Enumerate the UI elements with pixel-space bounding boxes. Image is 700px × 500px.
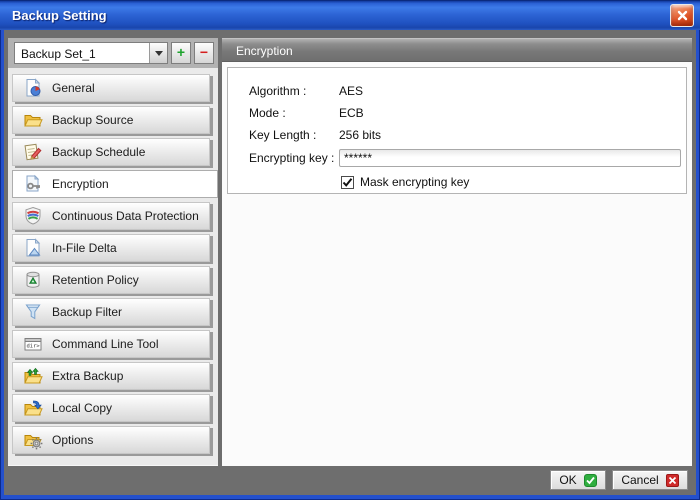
key-length-value: 256 bits — [339, 128, 381, 142]
algorithm-value: AES — [339, 84, 363, 98]
sidebar-item-options[interactable]: Options — [12, 426, 210, 454]
chevron-down-icon — [155, 51, 163, 60]
dialog-body: Backup Set_1 + − — [4, 30, 696, 495]
sidebar-item-label: Command Line Tool — [52, 337, 159, 351]
sidebar-item-extra-backup[interactable]: Extra Backup — [12, 362, 210, 390]
sidebar-item-backup-schedule[interactable]: Backup Schedule — [12, 138, 210, 166]
key-length-row: Key Length : 256 bits — [249, 124, 686, 146]
algorithm-label: Algorithm : — [249, 84, 339, 98]
encryption-fields-box: Algorithm : AES Mode : ECB Key Length : … — [227, 67, 687, 194]
sidebar-item-label: Local Copy — [52, 401, 112, 415]
sidebar-nav-list: General Backup Source — [8, 68, 218, 466]
backup-set-select[interactable]: Backup Set_1 — [14, 42, 168, 64]
mask-key-row: Mask encrypting key — [341, 175, 686, 189]
backup-set-toolbar: Backup Set_1 + − — [8, 38, 218, 68]
sidebar-item-label: Options — [52, 433, 93, 447]
encryption-icon — [23, 174, 43, 194]
window-title: Backup Setting — [12, 1, 107, 31]
algorithm-row: Algorithm : AES — [249, 80, 686, 102]
ok-button-label: OK — [559, 473, 576, 487]
mode-row: Mode : ECB — [249, 102, 686, 124]
close-icon — [677, 10, 688, 21]
checkmark-icon — [342, 177, 353, 188]
sidebar-item-label: Backup Schedule — [52, 145, 145, 159]
sidebar-item-label: Encryption — [52, 177, 109, 191]
ok-button[interactable]: OK — [550, 470, 606, 490]
backup-schedule-icon — [23, 142, 43, 162]
sidebar-item-backup-source[interactable]: Backup Source — [12, 106, 210, 134]
backup-filter-icon — [23, 302, 43, 322]
encrypting-key-input[interactable] — [339, 149, 681, 167]
mask-encrypting-key-checkbox[interactable] — [341, 176, 354, 189]
sidebar-item-label: Extra Backup — [52, 369, 123, 383]
sidebar: Backup Set_1 + − — [8, 38, 218, 466]
backup-set-value: Backup Set_1 — [15, 43, 149, 63]
panel-header: Encryption — [222, 38, 692, 62]
encrypting-key-row: Encrypting key : — [249, 146, 686, 170]
continuous-data-protection-icon — [23, 206, 43, 226]
panel-content: Algorithm : AES Mode : ECB Key Length : … — [222, 62, 692, 466]
remove-backup-set-button[interactable]: − — [194, 42, 214, 64]
sidebar-item-command-line-tool[interactable]: dir> Command Line Tool — [12, 330, 210, 358]
sidebar-item-encryption[interactable]: Encryption — [12, 170, 218, 198]
close-button[interactable] — [670, 4, 694, 27]
minus-icon: − — [200, 44, 208, 60]
mode-label: Mode : — [249, 106, 339, 120]
general-icon — [23, 78, 43, 98]
sidebar-item-label: In-File Delta — [52, 241, 117, 255]
ok-check-icon — [584, 474, 597, 487]
sidebar-item-label: Retention Policy — [52, 273, 139, 287]
command-line-tool-icon: dir> — [23, 334, 43, 354]
extra-backup-icon — [23, 366, 43, 386]
sidebar-item-continuous-data-protection[interactable]: Continuous Data Protection — [12, 202, 210, 230]
sidebar-item-label: Backup Filter — [52, 305, 122, 319]
sidebar-item-label: Continuous Data Protection — [52, 209, 199, 223]
in-file-delta-icon — [23, 238, 43, 258]
cancel-x-icon — [666, 474, 679, 487]
sidebar-item-label: General — [52, 81, 95, 95]
titlebar: Backup Setting — [0, 0, 700, 30]
encrypting-key-label: Encrypting key : — [249, 151, 339, 165]
backup-source-icon — [23, 110, 43, 130]
backup-setting-dialog: Backup Setting Backup Set_1 + − — [0, 0, 700, 500]
cancel-button[interactable]: Cancel — [612, 470, 688, 490]
plus-icon: + — [177, 44, 185, 60]
sidebar-item-label: Backup Source — [52, 113, 133, 127]
mask-encrypting-key-label: Mask encrypting key — [360, 175, 469, 189]
cancel-button-label: Cancel — [621, 473, 658, 487]
retention-policy-icon — [23, 270, 43, 290]
add-backup-set-button[interactable]: + — [171, 42, 191, 64]
options-icon — [23, 430, 43, 450]
sidebar-item-local-copy[interactable]: Local Copy — [12, 394, 210, 422]
key-length-label: Key Length : — [249, 128, 339, 142]
sidebar-item-retention-policy[interactable]: Retention Policy — [12, 266, 210, 294]
local-copy-icon — [23, 398, 43, 418]
mode-value: ECB — [339, 106, 364, 120]
encryption-panel: Encryption Algorithm : AES Mode : ECB Ke… — [222, 38, 692, 466]
svg-text:dir>: dir> — [27, 344, 41, 350]
sidebar-item-general[interactable]: General — [12, 74, 210, 102]
sidebar-item-in-file-delta[interactable]: In-File Delta — [12, 234, 210, 262]
sidebar-item-backup-filter[interactable]: Backup Filter — [12, 298, 210, 326]
combo-dropdown-button[interactable] — [149, 43, 167, 63]
